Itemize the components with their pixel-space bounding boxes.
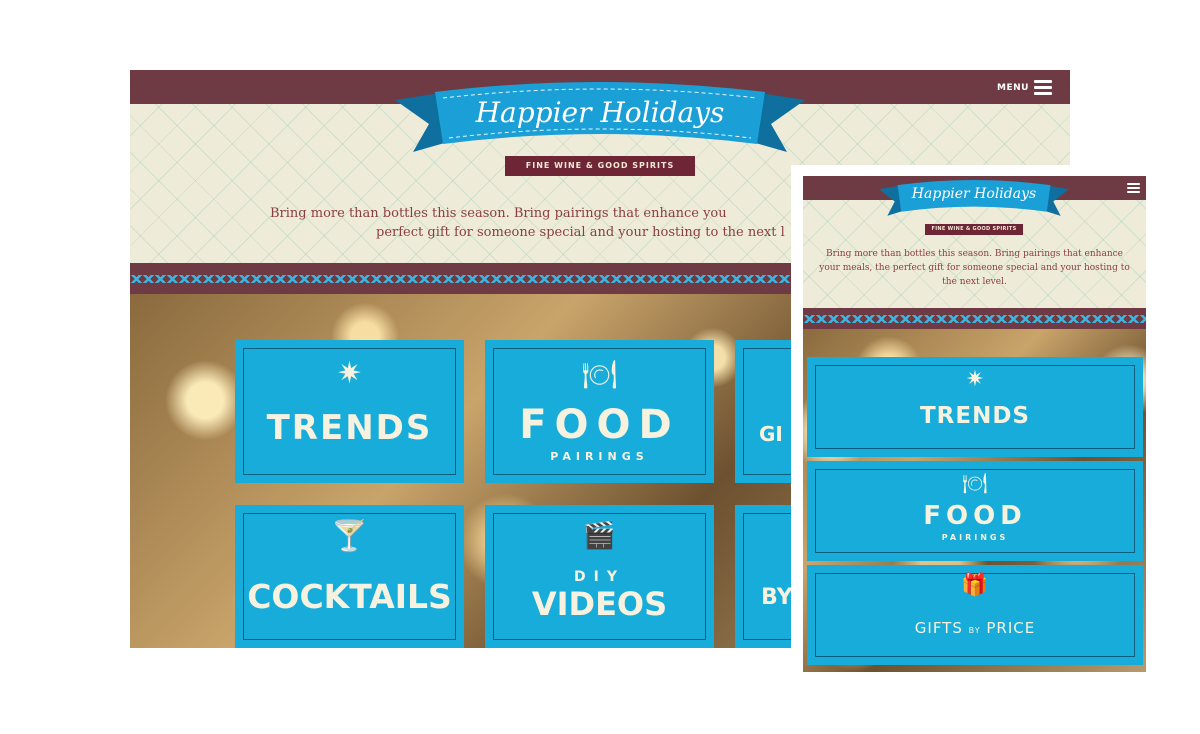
tile-diy-videos[interactable]: 🎬 DIY VIDEOS (485, 505, 714, 648)
desktop-logo-title: Happier Holidays (475, 96, 725, 129)
mobile-logo-tagline: FINE WINE & GOOD SPIRITS (925, 224, 1023, 235)
tile-food-sub: PAIRINGS (550, 450, 649, 463)
mobile-mockup: Happier Holidays FINE WINE & GOOD SPIRIT… (791, 165, 1146, 672)
mobile-gifts-line: GIFTS BY PRICE (807, 619, 1143, 637)
mobile-gifts-word: GIFTS (914, 619, 963, 637)
tile-videos-label: VIDEOS (531, 585, 668, 623)
mobile-tile-gifts-by-price[interactable]: 🎁 GIFTS BY PRICE (807, 565, 1143, 665)
mobile-tile-trends-label: TRENDS (919, 403, 1031, 429)
desktop-menu-label[interactable]: MENU (997, 83, 1029, 93)
mobile-intro-text: Bring more than bottles this season. Bri… (819, 249, 1130, 287)
mobile-screen: Happier Holidays FINE WINE & GOOD SPIRIT… (803, 176, 1146, 672)
tile-cocktails[interactable]: 🍸 COCKTAILS (235, 505, 464, 648)
mobile-tile-food-sub: PAIRINGS (941, 533, 1009, 542)
tile-food-pairings[interactable]: 🍽 FOOD PAIRINGS (485, 340, 714, 483)
tile-cocktails-label: COCKTAILS (247, 577, 452, 616)
desktop-logo-tagline: FINE WINE & GOOD SPIRITS (505, 156, 695, 176)
mobile-tile-food-label: FOOD (923, 501, 1027, 531)
clapperboard-icon: 🎬 (583, 521, 616, 551)
mobile-plate-icon: 🍽 (962, 471, 988, 495)
desktop-logo[interactable]: Happier Holidays FINE WINE & GOOD SPIRIT… (395, 78, 805, 178)
mobile-tile-food-pairings[interactable]: 🍽 FOOD PAIRINGS (807, 461, 1143, 561)
plate-icon: 🍽 (581, 358, 618, 391)
mobile-logo[interactable]: Happier Holidays FINE WINE & GOOD SPIRIT… (879, 178, 1069, 242)
mobile-sparkle-icon: ✷ (965, 367, 985, 392)
sparkle-icon: ✷ (336, 356, 363, 391)
tile-food-label: FOOD (519, 402, 680, 448)
mobile-by-word: BY (968, 626, 981, 635)
cocktail-glass-icon: 🍸 (330, 519, 369, 554)
tile-trends[interactable]: ✷ TRENDS (235, 340, 464, 483)
hamburger-menu-icon[interactable] (1034, 80, 1052, 95)
mobile-logo-title: Happier Holidays (911, 186, 1037, 202)
mobile-price-word: PRICE (986, 619, 1036, 637)
mobile-chevron-divider (803, 308, 1146, 329)
tile-diy-label: DIY (574, 569, 625, 585)
mobile-hamburger-menu-icon[interactable] (1127, 183, 1140, 193)
mobile-tile-trends[interactable]: ✷ TRENDS (807, 357, 1143, 457)
mobile-gift-icon: 🎁 (961, 573, 989, 598)
tile-trends-label: TRENDS (266, 408, 433, 448)
